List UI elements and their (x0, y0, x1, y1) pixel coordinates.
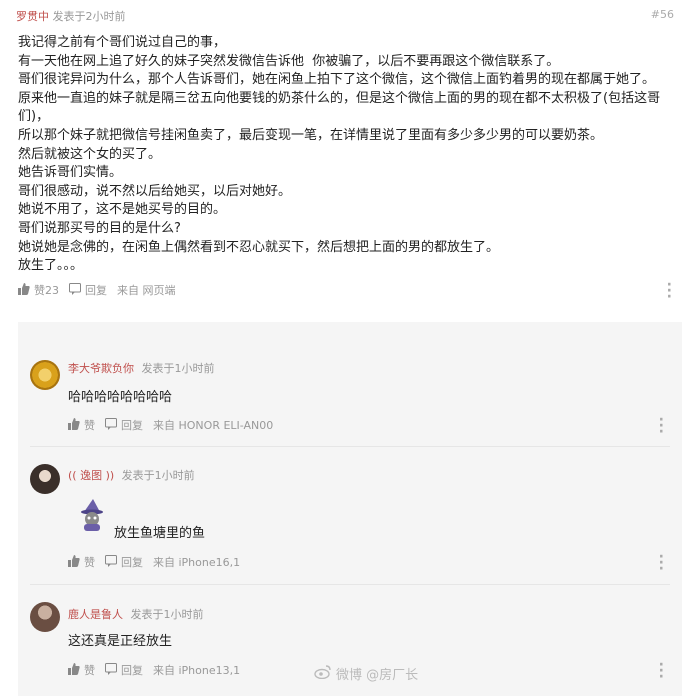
reply-text: 哈哈哈哈哈哈哈哈 (68, 390, 173, 405)
reply-header: (( 逸图 )) 发表于1小时前 (68, 467, 195, 483)
post-time: 发表于2小时前 (52, 10, 126, 23)
like-label: 赞 (84, 556, 95, 569)
reply-author[interactable]: 李大爷欺负你 (68, 362, 134, 375)
thumbs-up-icon (68, 417, 80, 433)
post-body: 我记得之前有个哥们说过自己的事， 有一天他在网上追了好久的妹子突然发微信告诉他 … (18, 34, 673, 276)
like-button[interactable]: 赞23 (18, 282, 59, 298)
more-options-icon[interactable]: · · · (659, 413, 664, 439)
main-post: 罗贯中 发表于2小时前 #56 我记得之前有个哥们说过自己的事， 有一天他在网上… (0, 0, 690, 318)
post-line: 哥们很诧异问为什么，那个人告诉哥们，她在闲鱼上拍下了这个微信，这个微信上面钓着男… (18, 72, 656, 88)
thumbs-up-icon (18, 282, 30, 298)
reply-author[interactable]: 鹿人是鲁人 (68, 608, 123, 621)
post-line: 哥们说那买号的目的是什么? (18, 220, 181, 236)
comment-icon (105, 662, 117, 678)
post-line: 原来他一直追的妹子就是隔三岔五向他要钱的奶茶什么的，但是这个微信上面的男的现在都… (18, 90, 661, 106)
post-line: 放生了。。。 (18, 258, 84, 274)
post-source: 来自 网页端 (117, 284, 176, 297)
reply-actions: 赞 回复 来自 iPhone13,1 (68, 662, 240, 678)
reply-header: 鹿人是鲁人 发表于1小时前 (68, 606, 204, 622)
like-label: 赞 (84, 419, 95, 432)
comment-icon (69, 282, 81, 298)
reply-time: 发表于1小时前 (130, 608, 204, 621)
avatar[interactable] (30, 464, 60, 494)
watermark: 微博 @房厂长 (314, 664, 418, 683)
like-label: 赞 (84, 664, 95, 677)
like-button[interactable]: 赞 (68, 417, 95, 433)
divider (30, 446, 670, 447)
comment-icon (105, 417, 117, 433)
reply-button[interactable]: 回复 (105, 662, 143, 678)
post-line: 她说她是念佛的，在闲鱼上偶然看到不忍心就买下，然后想把上面的男的都放生了。 (18, 239, 500, 255)
avatar[interactable] (30, 602, 60, 632)
floor-number: #56 (650, 8, 674, 21)
post-line: 有一天他在网上追了好久的妹子突然发微信告诉他 你被骗了，以后不要再跟这个微信联系… (18, 53, 560, 69)
post-line: 哥们很感动，说不然以后给她买，以后对她好。 (18, 183, 292, 199)
reply-actions: 赞 回复 来自 HONOR ELI-AN00 (68, 417, 273, 433)
post-line: 我记得之前有个哥们说过自己的事， (18, 35, 227, 50)
reply-source: 来自 HONOR ELI-AN00 (153, 419, 274, 432)
divider (30, 584, 670, 585)
weibo-logo-icon (314, 664, 332, 683)
reply-author[interactable]: (( 逸图 )) (68, 469, 114, 482)
reply-time: 发表于1小时前 (141, 362, 215, 375)
reply-label: 回复 (121, 556, 143, 569)
replies-section: 李大爷欺负你 发表于1小时前 哈哈哈哈哈哈哈哈 赞 回复 来自 HONOR EL… (18, 322, 682, 696)
reply-label: 回复 (85, 284, 107, 297)
more-options-icon[interactable]: · · · (667, 278, 672, 304)
watermark-text: 微博 @房厂长 (336, 668, 419, 683)
post-author[interactable]: 罗贯中 (16, 10, 49, 23)
avatar[interactable] (30, 360, 60, 390)
post-line: 们)， (18, 109, 50, 125)
reply-text: 这还真是正经放生 (68, 634, 173, 649)
reply-button[interactable]: 回复 (105, 417, 143, 433)
reply-button[interactable]: 回复 (105, 554, 143, 570)
reply-label: 回复 (121, 664, 143, 677)
thumbs-up-icon (68, 662, 80, 678)
comment-icon (105, 554, 117, 570)
like-button[interactable]: 赞 (68, 662, 95, 678)
post-header: 罗贯中 发表于2小时前 (16, 8, 126, 24)
reply-header: 李大爷欺负你 发表于1小时前 (68, 360, 215, 376)
reply-label: 回复 (121, 419, 143, 432)
post-line: 所以那个妹子就把微信号挂闲鱼卖了，最后变现一笔，在详情里说了里面有多少多少男的可… (18, 127, 604, 143)
wizard-cat-sticker-icon (76, 498, 110, 532)
reply-source: 来自 iPhone13,1 (153, 664, 241, 677)
like-button[interactable]: 赞 (68, 554, 95, 570)
more-options-icon[interactable]: · · · (659, 658, 664, 684)
post-line: 她告诉哥们实情。 (18, 165, 123, 181)
post-actions: 赞23 回复 来自 网页端 (18, 282, 176, 298)
post-line: 她说不用了，这不是她买号的目的。 (18, 202, 227, 218)
like-count: 赞23 (34, 284, 59, 297)
thumbs-up-icon (68, 554, 80, 570)
reply-source: 来自 iPhone16,1 (153, 556, 241, 569)
reply-time: 发表于1小时前 (121, 469, 195, 482)
more-options-icon[interactable]: · · · (659, 550, 664, 576)
post-line: 然后就被这个女的买了。 (18, 146, 162, 162)
reply-button[interactable]: 回复 (69, 282, 107, 298)
reply-text: 放生鱼塘里的鱼 (114, 526, 206, 541)
reply-actions: 赞 回复 来自 iPhone16,1 (68, 554, 240, 570)
